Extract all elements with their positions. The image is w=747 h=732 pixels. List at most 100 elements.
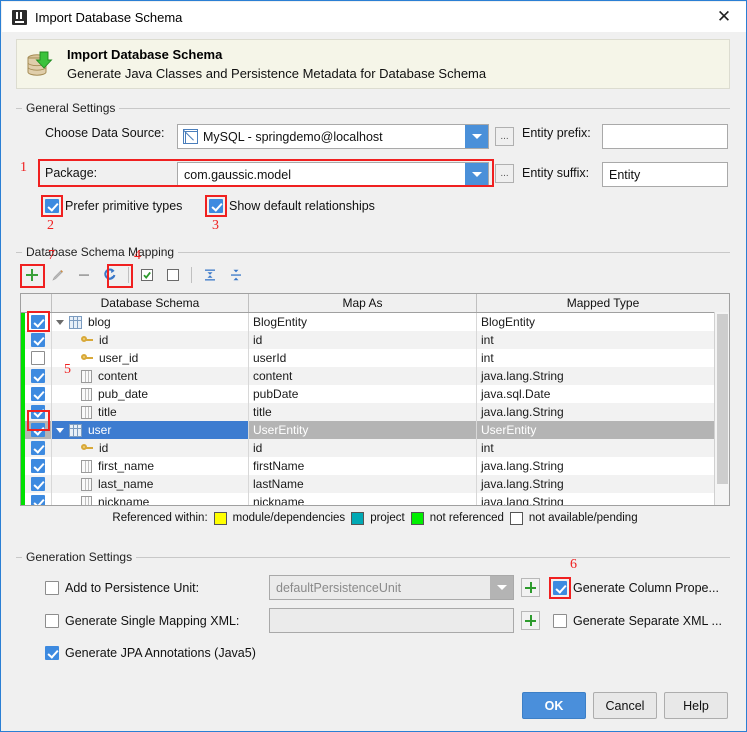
row-checkbox-cell[interactable] xyxy=(25,493,52,505)
row-checkbox-cell[interactable] xyxy=(25,313,52,331)
chevron-down-icon[interactable] xyxy=(54,427,66,433)
row-checkbox-cell[interactable] xyxy=(25,349,52,367)
help-button[interactable]: Help xyxy=(664,692,728,719)
row-checkbox[interactable] xyxy=(31,369,45,383)
chevron-down-icon[interactable] xyxy=(465,125,488,148)
table-row[interactable]: user_id userId int xyxy=(21,349,729,367)
entity-prefix-input[interactable] xyxy=(602,124,728,149)
add-to-persistence-unit-checkbox[interactable] xyxy=(45,581,59,595)
mapped-type-cell[interactable]: BlogEntity xyxy=(477,313,729,331)
table-row[interactable]: id id int xyxy=(21,439,729,457)
generate-column-properties-row[interactable]: Generate Column Prope... xyxy=(553,581,719,595)
entity-suffix-input[interactable]: Entity xyxy=(602,162,728,187)
chevron-down-icon[interactable] xyxy=(465,163,488,186)
map-as-cell[interactable]: nickname xyxy=(249,493,477,505)
generate-single-mapping-xml-checkbox[interactable] xyxy=(45,614,59,628)
map-as-cell[interactable]: UserEntity xyxy=(249,421,477,439)
add-to-persistence-unit-row[interactable]: Add to Persistence Unit: xyxy=(45,581,199,595)
cancel-button[interactable]: Cancel xyxy=(593,692,657,719)
map-as-cell[interactable]: firstName xyxy=(249,457,477,475)
prefer-primitive-types-checkbox[interactable] xyxy=(45,199,59,213)
generate-jpa-annotations-row[interactable]: Generate JPA Annotations (Java5) xyxy=(45,646,256,660)
remove-button[interactable] xyxy=(72,264,96,286)
row-checkbox[interactable] xyxy=(31,441,45,455)
table-row[interactable]: title title java.lang.String xyxy=(21,403,729,421)
map-as-cell[interactable]: id xyxy=(249,331,477,349)
prefer-primitive-types-row[interactable]: Prefer primitive types xyxy=(45,199,182,213)
map-as-cell[interactable]: BlogEntity xyxy=(249,313,477,331)
refresh-button[interactable] xyxy=(98,264,122,286)
map-as-cell[interactable]: pubDate xyxy=(249,385,477,403)
mapped-type-cell[interactable]: int xyxy=(477,331,729,349)
add-single-mapping-xml-button[interactable] xyxy=(521,611,540,630)
row-checkbox-cell[interactable] xyxy=(25,331,52,349)
map-as-cell[interactable]: lastName xyxy=(249,475,477,493)
data-source-browse-button[interactable]: ... xyxy=(495,127,514,146)
close-icon[interactable]: ✕ xyxy=(701,2,746,32)
mapped-type-cell[interactable]: java.lang.String xyxy=(477,367,729,385)
table-row[interactable]: blog BlogEntity BlogEntity xyxy=(21,313,729,331)
row-checkbox[interactable] xyxy=(31,459,45,473)
add-persistence-unit-button[interactable] xyxy=(521,578,540,597)
single-mapping-xml-input[interactable] xyxy=(269,608,514,633)
column-header-mapped-type[interactable]: Mapped Type xyxy=(477,294,729,312)
row-checkbox[interactable] xyxy=(31,423,45,437)
row-checkbox-cell[interactable] xyxy=(25,439,52,457)
persistence-unit-combo[interactable]: defaultPersistenceUnit xyxy=(269,575,514,600)
column-header-map-as[interactable]: Map As xyxy=(249,294,477,312)
table-row[interactable]: first_name firstName java.lang.String xyxy=(21,457,729,475)
map-as-cell[interactable]: userId xyxy=(249,349,477,367)
generate-separate-xml-checkbox[interactable] xyxy=(553,614,567,628)
edit-pencil-icon[interactable] xyxy=(46,264,70,286)
ok-button[interactable]: OK xyxy=(522,692,586,719)
table-row[interactable]: id id int xyxy=(21,331,729,349)
mapped-type-cell[interactable]: UserEntity xyxy=(477,421,729,439)
row-checkbox[interactable] xyxy=(31,387,45,401)
row-checkbox[interactable] xyxy=(31,315,45,329)
mapped-type-cell[interactable]: java.lang.String xyxy=(477,493,729,505)
map-as-cell[interactable]: title xyxy=(249,403,477,421)
row-checkbox[interactable] xyxy=(31,477,45,491)
row-checkbox-cell[interactable] xyxy=(25,475,52,493)
table-vertical-scrollbar[interactable] xyxy=(714,312,729,505)
map-as-cell[interactable]: id xyxy=(249,439,477,457)
row-checkbox-cell[interactable] xyxy=(25,457,52,475)
generate-separate-xml-row[interactable]: Generate Separate XML ... xyxy=(553,614,722,628)
column-header-check[interactable] xyxy=(21,294,52,312)
mapped-type-cell[interactable]: java.lang.String xyxy=(477,475,729,493)
row-checkbox[interactable] xyxy=(31,351,45,365)
show-default-relationships-row[interactable]: Show default relationships xyxy=(209,199,375,213)
row-checkbox-cell[interactable] xyxy=(25,403,52,421)
generate-single-mapping-xml-row[interactable]: Generate Single Mapping XML: xyxy=(45,614,239,628)
row-checkbox[interactable] xyxy=(31,333,45,347)
table-row[interactable]: content content java.lang.String xyxy=(21,367,729,385)
generate-column-properties-checkbox[interactable] xyxy=(553,581,567,595)
column-header-database-schema[interactable]: Database Schema xyxy=(52,294,249,312)
expand-all-button[interactable] xyxy=(198,264,222,286)
table-row[interactable]: pub_date pubDate java.sql.Date xyxy=(21,385,729,403)
package-browse-button[interactable]: ... xyxy=(495,164,514,183)
mapped-type-cell[interactable]: java.lang.String xyxy=(477,457,729,475)
row-checkbox-cell[interactable] xyxy=(25,385,52,403)
row-checkbox[interactable] xyxy=(31,405,45,419)
select-all-button[interactable] xyxy=(135,264,159,286)
chevron-down-icon[interactable] xyxy=(54,319,66,325)
table-row[interactable]: nickname nickname java.lang.String xyxy=(21,493,729,505)
row-checkbox[interactable] xyxy=(31,495,45,505)
mapped-type-cell[interactable]: java.lang.String xyxy=(477,403,729,421)
data-source-combo[interactable]: MySQL - springdemo@localhost xyxy=(177,124,489,149)
package-combo[interactable]: com.gaussic.model xyxy=(177,162,489,187)
map-as-cell[interactable]: content xyxy=(249,367,477,385)
mapped-type-cell[interactable]: int xyxy=(477,349,729,367)
mapped-type-cell[interactable]: int xyxy=(477,439,729,457)
scrollbar-thumb[interactable] xyxy=(717,314,728,484)
deselect-all-button[interactable] xyxy=(161,264,185,286)
generate-jpa-annotations-checkbox[interactable] xyxy=(45,646,59,660)
table-row[interactable]: user UserEntity UserEntity xyxy=(21,421,729,439)
show-default-relationships-checkbox[interactable] xyxy=(209,199,223,213)
collapse-all-button[interactable] xyxy=(224,264,248,286)
table-row[interactable]: last_name lastName java.lang.String xyxy=(21,475,729,493)
row-checkbox-cell[interactable] xyxy=(25,421,52,439)
row-checkbox-cell[interactable] xyxy=(25,367,52,385)
add-button[interactable] xyxy=(20,264,44,286)
